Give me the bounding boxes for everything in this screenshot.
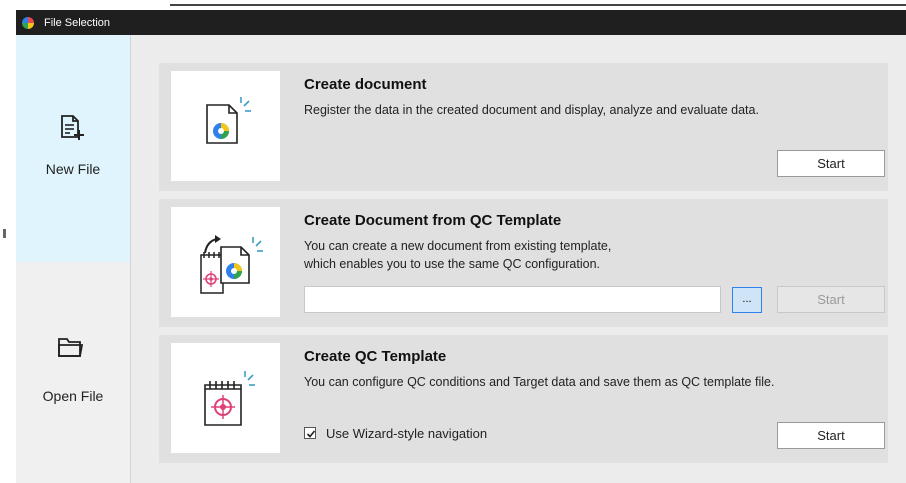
sidebar-item-open-file[interactable]: Open File: [16, 262, 130, 483]
card-description: Register the data in the created documen…: [304, 103, 759, 117]
card-title: Create document: [304, 76, 427, 93]
folder-icon: [58, 338, 84, 357]
create-document-thumbnail: [171, 71, 280, 181]
app-logo-icon: [22, 17, 34, 29]
sidebar: New File Open File: [16, 35, 131, 483]
main-content: Create document Register the data in the…: [131, 35, 906, 483]
browse-button[interactable]: ...: [732, 287, 762, 313]
card-create-from-template: Create Document from QC Template You can…: [159, 199, 888, 327]
create-template-thumbnail: [171, 343, 280, 453]
wizard-checkbox-label: Use Wizard-style navigation: [326, 426, 488, 441]
background-mark: [3, 229, 6, 238]
new-file-icon: [61, 115, 84, 140]
title-bar: File Selection: [16, 10, 906, 35]
file-selection-window: File Selection New File Open File Create…: [16, 10, 906, 483]
card-description-line1: You can create a new document from exist…: [304, 239, 612, 253]
card-create-qc-template: Create QC Template You can configure QC …: [159, 335, 888, 463]
background-window-edge: [170, 0, 906, 6]
qc-template-icon: [204, 371, 255, 426]
checkmark-icon: [306, 430, 316, 438]
from-template-thumbnail: [171, 207, 280, 317]
window-title: File Selection: [44, 17, 111, 29]
template-to-document-icon: [200, 235, 263, 294]
document-chart-icon: [206, 97, 251, 144]
sidebar-item-new-file[interactable]: New File: [16, 35, 130, 262]
card-description-line2: which enables you to use the same QC con…: [304, 257, 601, 271]
card-title: Create QC Template: [304, 348, 447, 365]
card-create-document: Create document Register the data in the…: [159, 63, 888, 191]
start-from-template-button[interactable]: Start: [777, 286, 885, 313]
sidebar-item-label: Open File: [42, 388, 104, 404]
wizard-checkbox[interactable]: [304, 427, 316, 439]
template-path-input[interactable]: [304, 286, 721, 313]
start-create-document-button[interactable]: Start: [777, 150, 885, 177]
start-create-template-button[interactable]: Start: [777, 422, 885, 449]
card-description: You can configure QC conditions and Targ…: [304, 375, 775, 389]
sidebar-item-label: New File: [45, 161, 101, 177]
card-title: Create Document from QC Template: [304, 212, 562, 229]
